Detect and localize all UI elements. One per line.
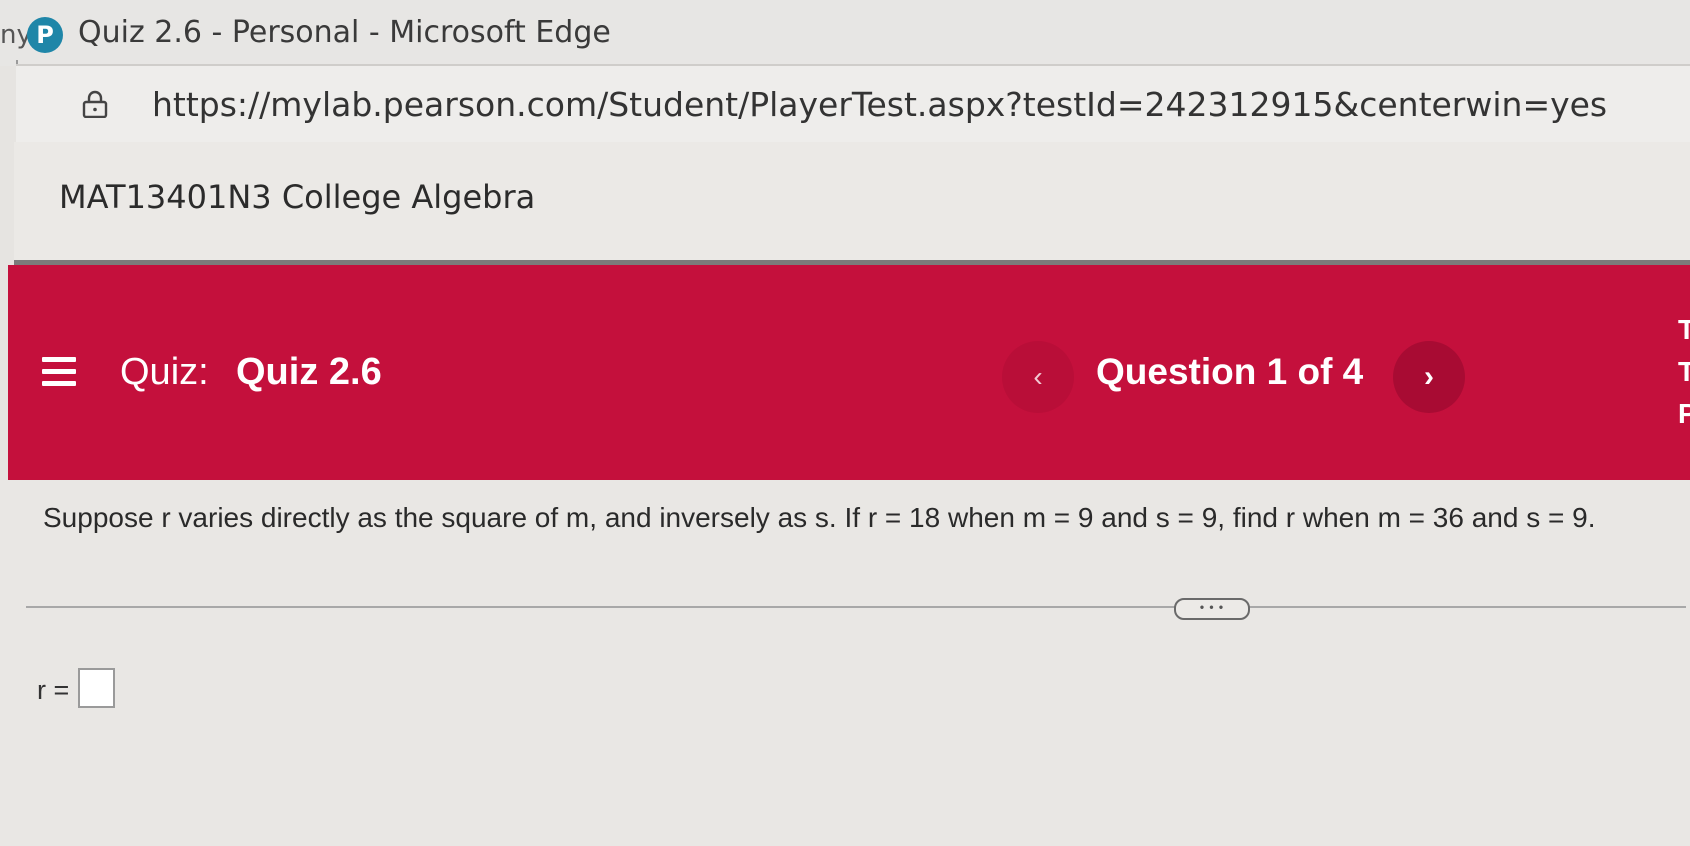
question-text: Suppose r varies directly as the square …	[43, 502, 1596, 533]
pearson-logo-icon: P	[27, 17, 63, 53]
question-counter: Question 1 of 4	[1096, 351, 1364, 392]
answer-label: r =	[37, 675, 70, 705]
clipped-banner-text: T T P	[1678, 314, 1690, 429]
next-question-button[interactable]: ›	[1393, 341, 1465, 413]
answer-input[interactable]	[78, 668, 115, 708]
window-title-bar: ny P Quiz 2.6 - Personal - Microsoft Edg…	[0, 0, 1690, 66]
address-bar[interactable]: https://mylab.pearson.com/Student/Player…	[16, 64, 1690, 144]
expand-more-button[interactable]: • • •	[1174, 598, 1250, 620]
quiz-banner: Quiz: Quiz 2.6 ‹ Question 1 of 4 › T T P	[8, 265, 1690, 480]
course-header: MAT13401N3 College Algebra	[14, 142, 1690, 265]
lock-icon[interactable]	[82, 90, 108, 118]
menu-icon[interactable]	[42, 357, 76, 387]
url-text[interactable]: https://mylab.pearson.com/Student/Player…	[152, 85, 1607, 124]
course-title: MAT13401N3 College Algebra	[59, 178, 536, 216]
previous-question-button[interactable]: ‹	[1002, 341, 1074, 413]
question-divider	[26, 606, 1686, 608]
question-panel: Suppose r varies directly as the square …	[0, 480, 1690, 846]
quiz-label: Quiz:	[120, 351, 209, 393]
window-title: Quiz 2.6 - Personal - Microsoft Edge	[78, 15, 611, 50]
quiz-name: Quiz 2.6	[236, 351, 382, 393]
